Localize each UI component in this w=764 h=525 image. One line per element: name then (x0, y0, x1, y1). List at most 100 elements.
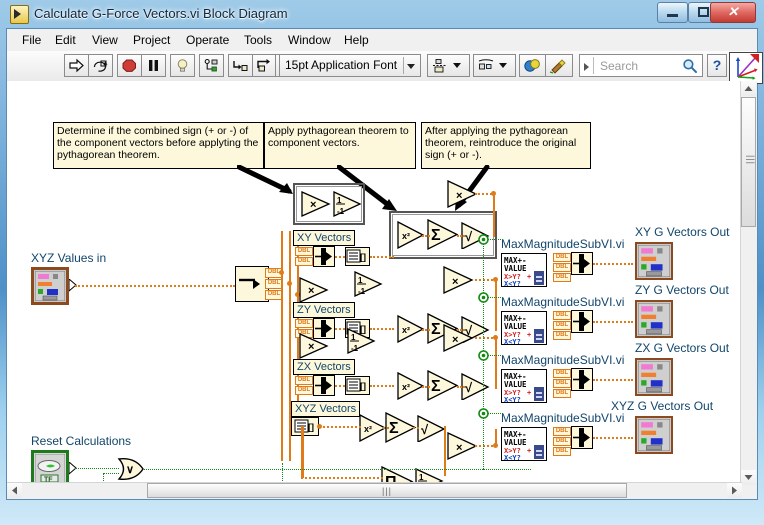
block-diagram-canvas[interactable]: Determine if the combined sign (+ or -) … (7, 81, 742, 485)
clean-up-diagram-icon[interactable] (546, 55, 572, 76)
indicator-xy-g-vectors-out[interactable] (635, 242, 673, 280)
xyz-out-dbl-1: DBL (553, 427, 571, 436)
bundle-node-xyz-out[interactable] (571, 426, 593, 449)
zx-bundle-dbl-2: DBL (295, 386, 313, 395)
scroll-up-arrow[interactable] (741, 81, 756, 96)
multiply-node-zx-sign[interactable]: × (299, 333, 331, 359)
svg-text:×: × (456, 442, 462, 454)
search-dropdown-arrow-icon[interactable] (584, 63, 589, 71)
close-button[interactable] (710, 2, 756, 23)
subvi-max-magnitude-zy[interactable]: MAX+- VALUE X>Y? + X<Y? _ (501, 311, 547, 346)
align-group[interactable] (427, 54, 470, 77)
control-xyz-values-in[interactable] (31, 267, 69, 305)
horizontal-scroll-thumb[interactable]: ||| (147, 483, 627, 498)
minimize-button[interactable] (657, 2, 688, 23)
square-node-zx[interactable]: x² (397, 372, 425, 400)
unbundle-cluster-node[interactable] (235, 266, 269, 302)
distribute-group[interactable] (473, 54, 516, 77)
sign-node-zx[interactable]: 1 -1 (347, 328, 377, 354)
svg-text:X<Y?: X<Y? (504, 396, 521, 402)
menu-file[interactable]: File (15, 31, 48, 49)
comment-reintroduce-sign[interactable]: After applying the pythagorean theorem, … (421, 122, 591, 169)
label-xyz-g-vectors-out: XYZ G Vectors Out (611, 399, 714, 413)
sqrt-node-xyz[interactable]: √ (417, 415, 447, 442)
sum-node-xy[interactable]: Σ (427, 219, 459, 251)
pause-button[interactable] (141, 55, 165, 76)
font-selector-separator (403, 57, 404, 74)
step-over-button[interactable] (252, 55, 277, 76)
bundle-node-xy-out[interactable] (571, 252, 593, 275)
run-continuously-button[interactable] (88, 55, 112, 76)
label-zx-vectors[interactable]: ZX Vectors (293, 359, 355, 375)
label-subvi-max-magnitude-zx: MaxMagnitudeSubVI.vi (501, 353, 625, 367)
svg-text:×: × (310, 199, 316, 211)
subvi-max-magnitude-xy[interactable]: MAX+- VALUE X>Y? + X<Y? _ (501, 253, 547, 288)
retain-wire-values-button[interactable] (200, 55, 223, 76)
bundle-node-zx-out[interactable] (571, 368, 593, 391)
svg-text:X<Y?: X<Y? (504, 338, 521, 344)
distribute-objects-icon[interactable] (474, 55, 515, 76)
title-bar[interactable]: Calculate G-Force Vectors.vi Block Diagr… (0, 0, 764, 28)
scroll-down-arrow[interactable] (741, 470, 756, 485)
bundle-node-zx[interactable] (313, 375, 335, 396)
font-selector[interactable]: 15pt Application Font (279, 54, 421, 77)
square-node-zy[interactable]: x² (397, 315, 425, 343)
label-xyz-vectors[interactable]: XYZ Vectors (291, 401, 361, 417)
sign-node-xy[interactable]: 1 -1 (333, 191, 363, 217)
magnifier-icon[interactable] (682, 58, 698, 74)
vertical-scroll-thumb[interactable]: ||| (741, 97, 756, 227)
svg-text:Σ: Σ (431, 378, 441, 395)
label-zy-g-vectors-out: ZY G Vectors Out (635, 283, 729, 297)
svg-text:x²: x² (402, 382, 410, 392)
horizontal-scrollbar[interactable]: ||| (7, 482, 742, 499)
bundle-node-xy[interactable] (313, 246, 335, 267)
menu-view[interactable]: View (85, 31, 125, 49)
subvi-max-magnitude-zx[interactable]: MAX+- VALUE X>Y? + X<Y? _ (501, 369, 547, 404)
menu-window[interactable]: Window (281, 31, 338, 49)
svg-text:∨: ∨ (126, 464, 134, 476)
scroll-right-arrow[interactable] (727, 483, 742, 498)
array-node-xyz[interactable]: [] (291, 417, 319, 436)
square-node-xy[interactable]: x² (397, 221, 425, 249)
scroll-left-arrow[interactable] (7, 483, 22, 498)
label-xy-vectors[interactable]: XY Vectors (293, 230, 356, 246)
cleanup-group[interactable] (545, 54, 573, 77)
align-objects-icon[interactable] (428, 55, 469, 76)
sum-node-zx[interactable]: Σ (427, 370, 459, 402)
sign-node-zy[interactable]: 1 -1 (354, 271, 384, 297)
zx-out-dbl-2: DBL (553, 379, 571, 388)
comment-sign-determination[interactable]: Determine if the combined sign (+ or -) … (53, 122, 264, 169)
abort-execution-button[interactable] (118, 55, 142, 76)
xy-out-dbl-3: DBL (553, 273, 571, 282)
multiply-node-zy-final[interactable]: × (443, 266, 475, 294)
array-node-zx[interactable]: [] (345, 376, 370, 395)
help-button[interactable]: ? (707, 54, 727, 77)
or-gate[interactable]: ∨ (117, 457, 147, 481)
menu-operate[interactable]: Operate (179, 31, 236, 49)
menu-tools[interactable]: Tools (237, 31, 279, 49)
indicator-zx-g-vectors-out[interactable] (635, 358, 673, 396)
comment-pythagorean[interactable]: Apply pythagorean theorem to component v… (264, 122, 416, 169)
indicator-xyz-g-vectors-out[interactable] (635, 416, 673, 454)
highlight-execution-button[interactable] (171, 55, 194, 76)
chevron-down-icon[interactable] (407, 64, 415, 69)
menu-project[interactable]: Project (126, 31, 177, 49)
bundle-node-zy-out[interactable] (571, 310, 593, 333)
menu-help[interactable]: Help (337, 31, 376, 49)
subvi-max-magnitude-xyz[interactable]: MAX+- VALUE X>Y? + X<Y? _ (501, 427, 547, 462)
vertical-scrollbar[interactable]: ||| (740, 81, 757, 485)
menu-edit[interactable]: Edit (48, 31, 83, 49)
indicator-zy-g-vectors-out[interactable] (635, 300, 673, 338)
multiply-node-xy-sign[interactable]: × (301, 191, 333, 217)
run-button-group (64, 54, 113, 77)
run-button[interactable] (65, 55, 89, 76)
step-into-button[interactable] (229, 55, 253, 76)
vi-icon-pane[interactable] (729, 52, 763, 84)
svg-text:X<Y?: X<Y? (504, 280, 521, 286)
sqrt-node-zx[interactable]: √ (461, 373, 491, 400)
array-node-xy[interactable]: [] (345, 247, 370, 266)
search-input[interactable]: Search (579, 54, 703, 77)
control-reset-calculations[interactable]: TF (31, 450, 69, 485)
multiply-node-zy-sign[interactable]: × (299, 277, 331, 303)
label-zy-vectors[interactable]: ZY Vectors (293, 302, 355, 318)
